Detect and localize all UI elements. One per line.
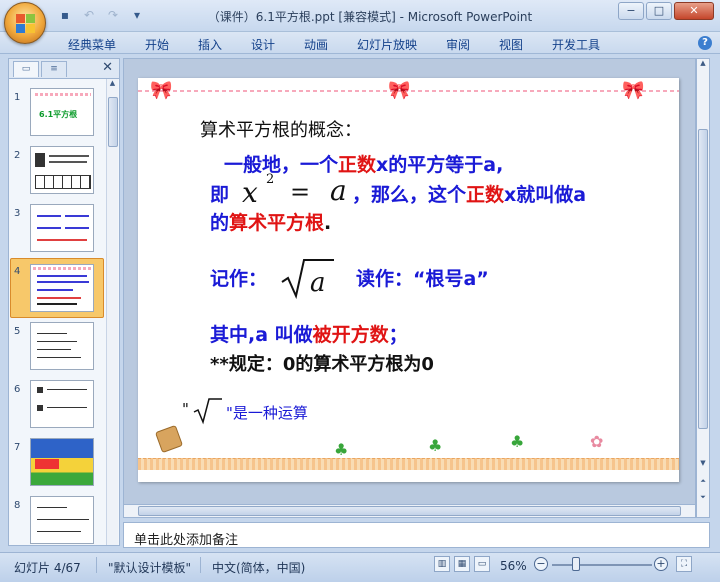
definition-line-2: ，那么，这个正数x就叫做a <box>352 184 587 206</box>
tab-home[interactable]: 开始 <box>145 36 169 53</box>
rule-line: **规定：0的算术平方根为0 <box>210 354 434 375</box>
zoom-in-icon[interactable]: + <box>654 557 668 571</box>
normal-view-icon[interactable]: ▥ <box>434 556 450 572</box>
formula-a: a <box>330 174 347 207</box>
slide-thumbnail-1[interactable]: 6.1平方根 <box>30 88 94 136</box>
definition-line-3: 的算术平方根. <box>210 212 332 234</box>
bow-icon: 🎀 <box>150 80 173 101</box>
minimize-button[interactable]: − <box>618 2 644 20</box>
slide-thumbnail-3[interactable] <box>30 204 94 252</box>
slide-sorter-icon[interactable]: ▦ <box>454 556 470 572</box>
op-quote-open: " <box>182 400 189 418</box>
notation-label: 记作： <box>210 268 268 290</box>
scroll-down-icon[interactable]: ▼ <box>697 459 709 471</box>
slide-number: 1 <box>14 92 21 103</box>
slide-number: 4 <box>14 266 21 277</box>
grass-border <box>138 458 679 470</box>
outline-tab-icon[interactable]: ≡ <box>41 61 67 77</box>
ribbon-decoration: 🎀 🎀 🎀 <box>138 80 679 101</box>
vertical-scroll-thumb[interactable] <box>698 129 708 429</box>
sqrt-variable: a <box>310 268 326 298</box>
bow-icon: 🎀 <box>622 80 645 101</box>
next-slide-icon[interactable]: ⏷ <box>697 493 709 505</box>
editor-horizontal-scrollbar[interactable] <box>123 504 696 518</box>
help-icon[interactable]: ? <box>698 36 712 50</box>
tab-review[interactable]: 审阅 <box>446 36 470 53</box>
theme-name[interactable]: "默认设计模板" <box>108 559 191 576</box>
tab-view[interactable]: 视图 <box>499 36 523 53</box>
pane-scroll-thumb[interactable] <box>108 97 118 147</box>
tab-slide-show[interactable]: 幻灯片放映 <box>357 36 417 53</box>
formula-x: x <box>242 176 258 209</box>
slide-number: 5 <box>14 326 21 337</box>
formula-exponent: 2 <box>266 172 275 187</box>
slide-thumbnail-8[interactable] <box>30 496 94 544</box>
slide-thumbnail-2[interactable] <box>30 146 94 194</box>
undo-icon[interactable]: ↶ <box>80 6 98 24</box>
editor-vertical-scrollbar[interactable]: ▲ ▼ ⏶ ⏷ <box>696 58 710 518</box>
scroll-up-icon[interactable]: ▲ <box>697 59 709 71</box>
save-icon[interactable]: ▪ <box>56 6 74 24</box>
window-title: （课件）6.1平方根.ppt [兼容模式] - Microsoft PowerP… <box>207 10 533 24</box>
fit-to-window-icon[interactable]: ⛶ <box>676 556 692 572</box>
title-bar: ▪ ↶ ↷ ▾ （课件）6.1平方根.ppt [兼容模式] - Microsof… <box>0 0 720 32</box>
cookie-icon <box>154 424 184 454</box>
redo-icon[interactable]: ↷ <box>104 6 122 24</box>
horizontal-scroll-thumb[interactable] <box>138 506 681 516</box>
slide-number: 6 <box>14 384 21 395</box>
language-indicator[interactable]: 中文(简体，中国) <box>212 559 305 576</box>
quick-access-toolbar: ▪ ↶ ↷ ▾ <box>56 6 146 24</box>
slide-thumbnail-7[interactable] <box>30 438 94 486</box>
sprout-icon: ♣ <box>428 436 443 455</box>
slide-number: 7 <box>14 442 21 453</box>
slide-number: 3 <box>14 208 21 219</box>
tab-design[interactable]: 设计 <box>251 36 275 53</box>
office-button[interactable] <box>4 2 46 44</box>
status-bar: 幻灯片 4/67 "默认设计模板" 中文(简体，中国) ▥ ▦ ▭ 56% − … <box>0 552 720 582</box>
tab-animations[interactable]: 动画 <box>304 36 328 53</box>
slide-heading: 算术平方根的概念： <box>200 120 362 141</box>
zoom-level[interactable]: 56% <box>500 559 527 573</box>
slide-number: 2 <box>14 150 21 161</box>
customize-qat-icon[interactable]: ▾ <box>128 6 146 24</box>
read-label: 读作：“根号a” <box>356 268 489 290</box>
slide-show-icon[interactable]: ▭ <box>474 556 490 572</box>
tab-developer[interactable]: 开发工具 <box>552 36 600 53</box>
definition-line-2-prefix: 即 <box>210 184 230 206</box>
office-logo-icon <box>16 14 36 34</box>
formula-equals: = <box>290 178 311 206</box>
slide-canvas[interactable]: 🎀 🎀 🎀 算术平方根的概念： 一般地，一个正数x的平方等于a, 即 x 2 =… <box>138 78 679 482</box>
slides-tab-icon[interactable]: ▭ <box>13 61 39 77</box>
slide-counter: 幻灯片 4/67 <box>14 561 81 575</box>
restore-button[interactable]: □ <box>646 2 672 20</box>
flower-icon: ✿ <box>590 432 604 451</box>
ribbon-tabs: 经典菜单 开始 插入 设计 动画 幻灯片放映 审阅 视图 开发工具 ? <box>0 32 720 54</box>
pane-tabs: ▭ ≡ ✕ <box>9 59 119 79</box>
notes-pane[interactable]: 单击此处添加备注 <box>123 522 710 548</box>
pane-close-icon[interactable]: ✕ <box>102 60 113 75</box>
sprout-icon: ♣ <box>510 432 525 451</box>
notes-placeholder: 单击此处添加备注 <box>134 533 239 548</box>
zoom-slider-knob[interactable] <box>572 557 580 571</box>
pane-scrollbar[interactable]: ▲ <box>106 79 118 545</box>
slide-number: 8 <box>14 500 21 511</box>
tab-classic-menu[interactable]: 经典菜单 <box>68 36 116 53</box>
previous-slide-icon[interactable]: ⏶ <box>697 477 709 489</box>
sqrt-symbol-icon <box>281 259 334 300</box>
radicand-line: 其中,a 叫做被开方数； <box>210 324 408 346</box>
bow-icon: 🎀 <box>388 80 411 101</box>
sprout-icon: ♣ <box>334 440 349 459</box>
zoom-out-icon[interactable]: − <box>534 557 548 571</box>
close-button[interactable]: ✕ <box>674 2 714 20</box>
small-sqrt-icon <box>193 398 222 425</box>
window-controls: − □ ✕ <box>618 2 714 20</box>
scroll-up-icon[interactable]: ▲ <box>107 79 118 91</box>
tab-insert[interactable]: 插入 <box>198 36 222 53</box>
zoom-slider[interactable] <box>552 564 652 566</box>
slide-thumbnail-4[interactable] <box>30 264 94 312</box>
operation-note: "是一种运算 <box>226 404 308 422</box>
slide-thumbnail-6[interactable] <box>30 380 94 428</box>
slide-thumbnail-5[interactable] <box>30 322 94 370</box>
thumb-title: 6.1平方根 <box>39 110 78 119</box>
